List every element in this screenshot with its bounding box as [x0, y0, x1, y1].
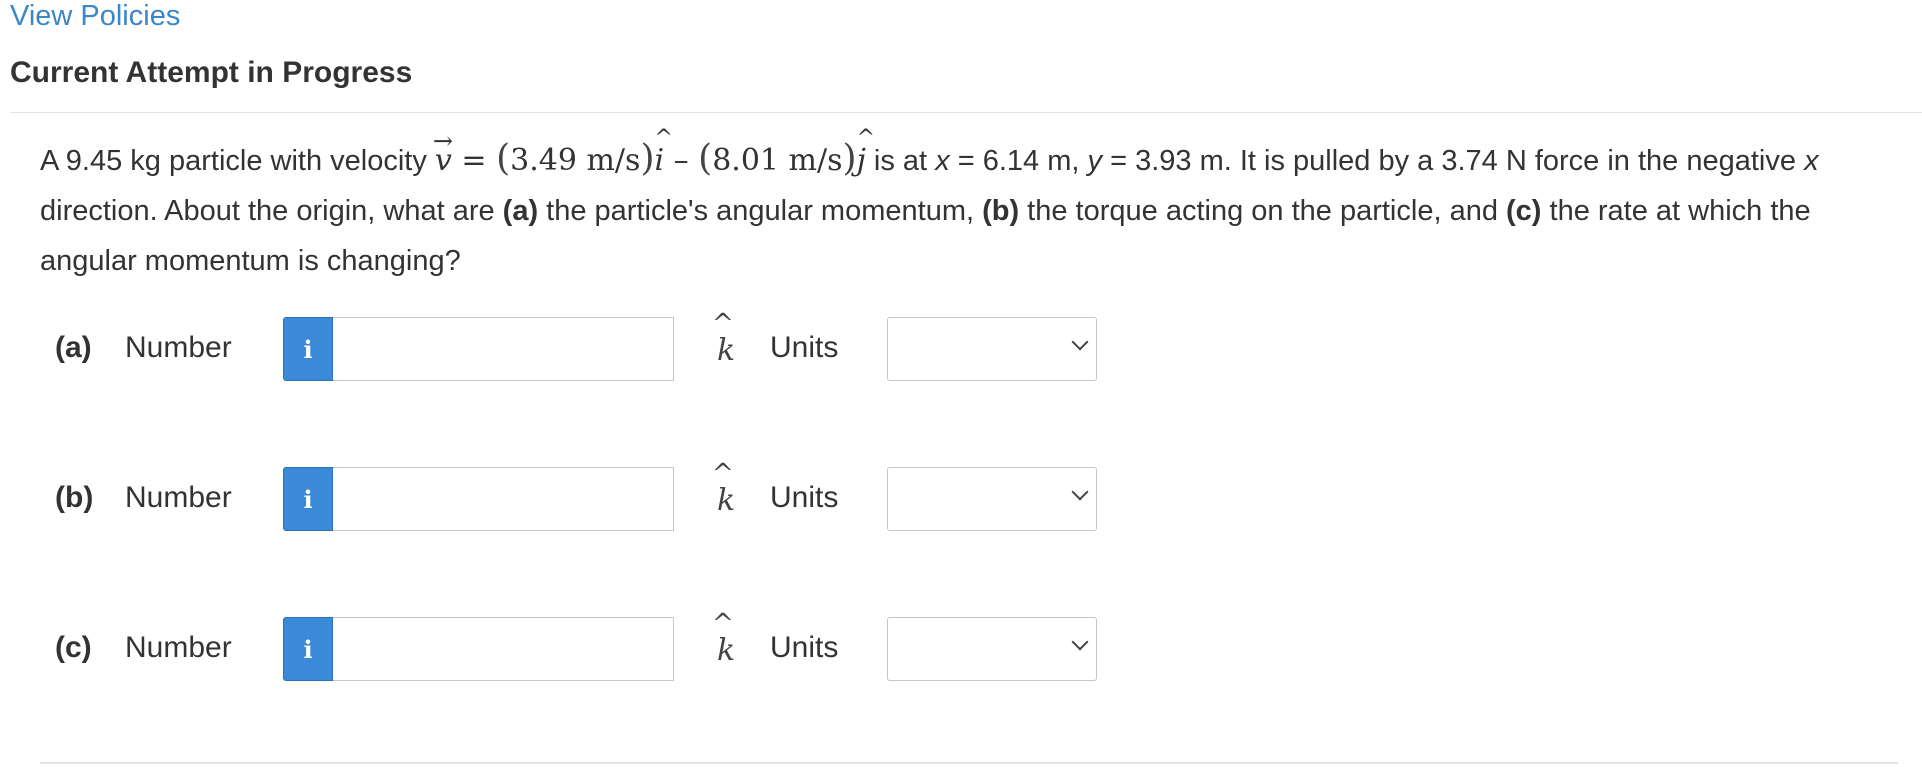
chevron-down-icon: [1071, 633, 1089, 651]
answer-row-a: (a) Number i ^ k Units: [0, 309, 1200, 383]
part-label: (a): [55, 331, 92, 364]
info-icon[interactable]: i: [283, 317, 333, 381]
part-label: (c): [55, 631, 92, 664]
number-label: Number: [125, 631, 232, 664]
k-hat-symbol: ^ k: [712, 609, 736, 668]
units-label: Units: [770, 481, 839, 514]
question-text: A 9.45 kg particle with velocity → v = (3…: [40, 126, 1819, 277]
view-policies-link[interactable]: View Policies: [10, 0, 180, 33]
number-label: Number: [125, 481, 232, 514]
units-label: Units: [770, 331, 839, 364]
number-label: Number: [125, 331, 232, 364]
k-hat-symbol: ^ k: [712, 459, 736, 518]
answer-a-input[interactable]: [333, 317, 674, 381]
header-divider: [10, 112, 1922, 113]
velocity-vector-symbol: → v: [432, 127, 454, 178]
info-icon[interactable]: i: [283, 617, 333, 681]
k-hat-symbol: ^ k: [712, 309, 736, 368]
j-hat-symbol: ^ j: [856, 126, 875, 178]
units-b-select[interactable]: [887, 467, 1097, 531]
chevron-down-icon: [1071, 333, 1089, 351]
units-a-select[interactable]: [887, 317, 1097, 381]
attempt-title: Current Attempt in Progress: [10, 56, 413, 89]
info-icon[interactable]: i: [283, 467, 333, 531]
chevron-down-icon: [1071, 483, 1089, 501]
i-hat-symbol: ^ i: [654, 126, 673, 178]
units-c-select[interactable]: [887, 617, 1097, 681]
answer-row-c: (c) Number i ^ k Units: [0, 609, 1200, 683]
answer-b-input[interactable]: [333, 467, 674, 531]
part-label: (b): [55, 481, 94, 514]
footer-divider: [40, 762, 1898, 764]
answer-row-b: (b) Number i ^ k Units: [0, 459, 1200, 533]
answer-c-input[interactable]: [333, 617, 674, 681]
units-label: Units: [770, 631, 839, 664]
